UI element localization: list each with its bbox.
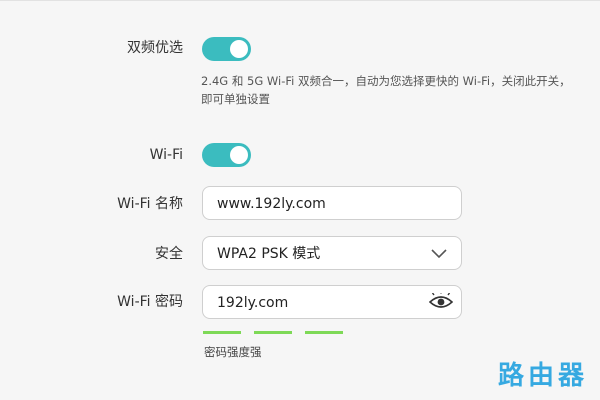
wifi-toggle[interactable] <box>202 143 251 167</box>
wifi-password-value: 192ly.com <box>217 295 289 311</box>
password-strength-text: 密码强度强 <box>204 345 262 359</box>
strength-bar-3 <box>305 331 343 334</box>
toggle-knob <box>230 40 248 58</box>
dual-band-description: 2.4G 和 5G Wi-Fi 双频合一，自动为您选择更快的 Wi-Fi，关闭此… <box>201 74 571 106</box>
chevron-down-icon <box>431 246 447 265</box>
security-selected-value: WPA2 PSK 模式 <box>217 246 321 262</box>
dual-band-toggle[interactable] <box>202 37 251 61</box>
watermark-logo: 路由器 <box>497 361 588 391</box>
eye-icon[interactable] <box>428 292 454 315</box>
security-label: 安全 <box>155 246 183 262</box>
wifi-password-label: Wi-Fi 密码 <box>117 294 183 310</box>
wifi-password-input[interactable]: 192ly.com <box>202 285 462 319</box>
toggle-knob <box>230 146 248 164</box>
top-divider <box>0 0 600 1</box>
wifi-name-value: www.192ly.com <box>217 196 326 212</box>
wifi-name-label: Wi-Fi 名称 <box>117 196 183 212</box>
strength-bar-2 <box>254 331 292 334</box>
dual-band-label: 双频优选 <box>127 40 183 56</box>
wifi-label: Wi-Fi <box>149 147 183 163</box>
security-select[interactable]: WPA2 PSK 模式 <box>202 236 462 270</box>
wifi-name-input[interactable]: www.192ly.com <box>202 186 462 220</box>
strength-bar-1 <box>203 331 241 334</box>
